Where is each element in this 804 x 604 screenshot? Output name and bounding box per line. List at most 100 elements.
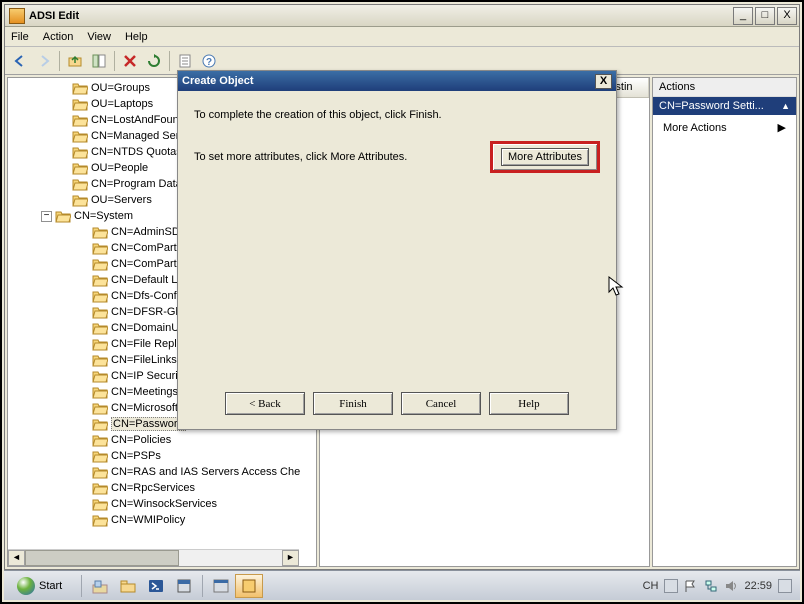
folder-icon <box>72 82 88 95</box>
scroll-right-button[interactable]: ► <box>282 550 299 566</box>
folder-icon <box>72 162 88 175</box>
taskbar-adsi-edit[interactable] <box>235 574 263 598</box>
menu-bar: File Action View Help <box>5 27 799 47</box>
refresh-button[interactable] <box>143 50 165 72</box>
properties-button[interactable] <box>174 50 196 72</box>
tree-node-label: CN=RpcServices <box>111 482 195 494</box>
taskbar-separator-2 <box>202 575 203 597</box>
help-button-dialog[interactable]: Help <box>489 392 569 415</box>
clock[interactable]: 22:59 <box>744 580 772 592</box>
tray-sound-icon[interactable] <box>724 579 738 593</box>
window-close-button[interactable]: X <box>777 7 797 25</box>
tree-node-label: OU=Servers <box>91 194 152 206</box>
collapse-icon: ▲ <box>781 101 790 111</box>
more-attributes-button-highlight: More Attributes <box>490 141 600 173</box>
taskbar-powershell[interactable] <box>142 574 170 598</box>
folder-icon <box>92 418 108 431</box>
tree-node-label: OU=Laptops <box>91 98 153 110</box>
tree-node-label: CN=Program Data <box>91 178 182 190</box>
tree-node-label: CN=Password <box>111 417 186 431</box>
delete-button[interactable] <box>119 50 141 72</box>
action-more-actions[interactable]: More Actions ▶ <box>653 115 796 140</box>
start-label: Start <box>39 580 62 592</box>
scroll-left-button[interactable]: ◄ <box>8 550 25 566</box>
folder-icon <box>92 402 108 415</box>
folder-icon <box>72 178 88 191</box>
tray-network-icon[interactable] <box>704 579 718 593</box>
tree-node[interactable]: CN=WMIPolicy <box>78 512 316 528</box>
actions-selected-label: CN=Password Setti... <box>659 100 764 112</box>
tree-node-label: CN=RAS and IAS Servers Access Che <box>111 466 300 478</box>
windows-orb-icon <box>17 577 35 595</box>
tree-node[interactable]: CN=RpcServices <box>78 480 316 496</box>
tray-flag-icon[interactable] <box>684 579 698 593</box>
tree-node[interactable]: CN=PSPs <box>78 448 316 464</box>
dialog-close-button[interactable]: X <box>595 74 612 89</box>
taskbar[interactable]: Start CH 22:59 <box>4 570 800 600</box>
show-hide-tree-button[interactable] <box>88 50 110 72</box>
folder-icon <box>92 466 108 479</box>
taskbar-app-1[interactable] <box>207 574 235 598</box>
menu-action[interactable]: Action <box>43 31 74 43</box>
menu-file[interactable]: File <box>11 31 29 43</box>
folder-icon <box>92 274 108 287</box>
back-button-dialog[interactable]: < Back <box>225 392 305 415</box>
tree-node-label: CN=Policies <box>111 434 171 446</box>
tree-node-label: CN=MicrosoftD <box>111 402 186 414</box>
dialog-titlebar[interactable]: Create Object X <box>178 71 616 91</box>
tree-node-label: CN=LostAndFound <box>91 114 185 126</box>
collapse-icon[interactable]: − <box>41 211 52 222</box>
app-icon <box>9 8 25 24</box>
folder-icon <box>92 354 108 367</box>
tree-node-label: CN=System <box>74 210 133 222</box>
folder-icon <box>92 498 108 511</box>
tray-show-desktop[interactable] <box>778 579 792 593</box>
window-maximize-button[interactable]: □ <box>755 7 775 25</box>
finish-button[interactable]: Finish <box>313 392 393 415</box>
tree-node-label: CN=IP Securit <box>111 370 181 382</box>
cancel-button[interactable]: Cancel <box>401 392 481 415</box>
tree-node[interactable]: CN=WinsockServices <box>78 496 316 512</box>
menu-help[interactable]: Help <box>125 31 148 43</box>
folder-icon <box>92 306 108 319</box>
folder-icon <box>92 386 108 399</box>
folder-icon <box>72 130 88 143</box>
tree-node-label: CN=Managed Serv <box>91 130 185 142</box>
dialog-title: Create Object <box>182 75 254 87</box>
forward-button[interactable] <box>33 50 55 72</box>
window-minimize-button[interactable]: _ <box>733 7 753 25</box>
titlebar[interactable]: ADSI Edit _ □ X <box>5 5 799 27</box>
start-button[interactable]: Start <box>8 574 71 598</box>
folder-icon <box>92 242 108 255</box>
up-folder-button[interactable] <box>64 50 86 72</box>
tree-node[interactable]: CN=RAS and IAS Servers Access Che <box>78 464 316 480</box>
folder-icon <box>92 450 108 463</box>
folder-icon <box>72 146 88 159</box>
tree-node-label: CN=Default Lo <box>111 274 183 286</box>
back-button[interactable] <box>9 50 31 72</box>
folder-icon <box>72 114 88 127</box>
taskbar-explorer[interactable] <box>114 574 142 598</box>
folder-icon <box>92 514 108 527</box>
actions-selected-object[interactable]: CN=Password Setti... ▲ <box>653 97 796 115</box>
tree-node-label: CN=NTDS Quotas <box>91 146 182 158</box>
tree-node[interactable]: CN=Policies <box>78 432 316 448</box>
taskbar-show-desktop[interactable] <box>86 574 114 598</box>
tray-icon-1[interactable] <box>664 579 678 593</box>
folder-icon <box>72 98 88 111</box>
tree-node-label: CN=ComPartit <box>111 242 182 254</box>
scrollbar-thumb[interactable] <box>25 550 179 566</box>
help-button[interactable]: ? <box>198 50 220 72</box>
folder-icon <box>55 210 71 223</box>
more-attributes-button[interactable]: More Attributes <box>501 148 589 166</box>
menu-view[interactable]: View <box>87 31 111 43</box>
more-actions-label: More Actions <box>663 122 727 134</box>
tree-node-label: CN=Dfs-Confi <box>111 290 179 302</box>
tree-node-label: CN=PSPs <box>111 450 161 462</box>
tree-node-label: CN=Meetings <box>111 386 178 398</box>
folder-icon <box>92 258 108 271</box>
horizontal-scrollbar[interactable]: ◄ ► <box>8 549 299 566</box>
taskbar-separator <box>81 575 82 597</box>
language-indicator[interactable]: CH <box>643 580 659 592</box>
taskbar-server-manager[interactable] <box>170 574 198 598</box>
